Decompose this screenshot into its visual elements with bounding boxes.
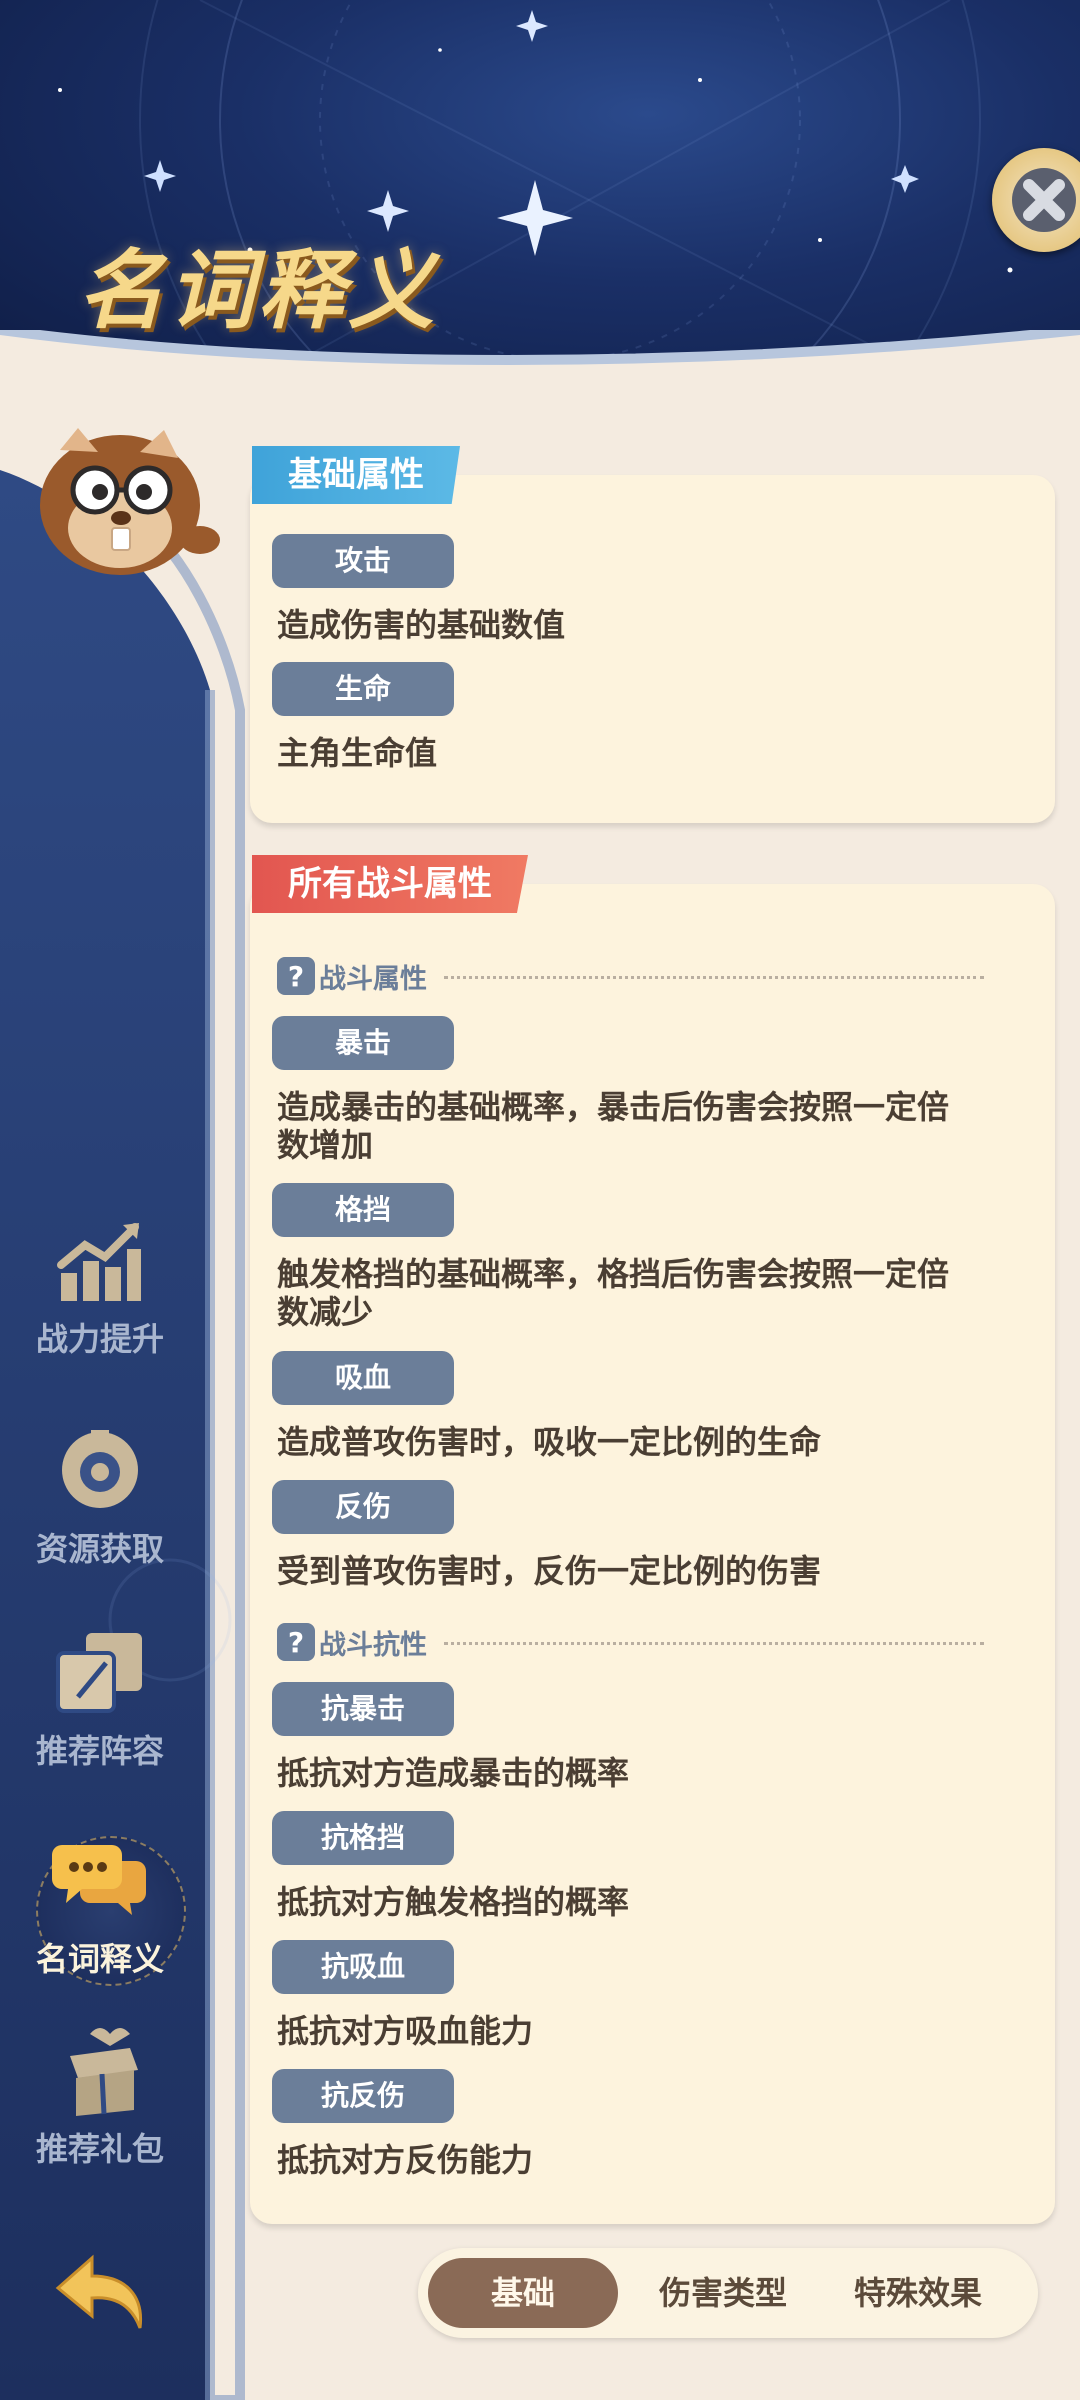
term-desc-lifesteal: 造成普攻伤害时，吸收一定比例的生命 bbox=[277, 1423, 822, 1461]
category-tab-bar: 基础 伤害类型 特殊效果 bbox=[418, 2248, 1038, 2338]
sidebar-item-glossary[interactable]: 名词释义 bbox=[10, 1830, 190, 1980]
sidebar-item-gift-pack[interactable]: 推荐礼包 bbox=[10, 2020, 190, 2170]
term-desc-reflect: 受到普攻伤害时，反伤一定比例的伤害 bbox=[277, 1552, 822, 1590]
panel-title-combat: 所有战斗属性 bbox=[252, 855, 528, 913]
cards-icon bbox=[56, 1633, 142, 1713]
back-button[interactable] bbox=[52, 2250, 152, 2344]
term-chip-lifesteal: 吸血 bbox=[272, 1351, 454, 1405]
term-chip-hp: 生命 bbox=[272, 662, 454, 716]
back-arrow-icon bbox=[55, 2254, 143, 2329]
term-desc-crit: 造成暴击的基础概率，暴击后伤害会按照一定倍 数增加 bbox=[277, 1088, 950, 1164]
term-chip-block: 格挡 bbox=[272, 1183, 454, 1237]
question-icon[interactable]: ? bbox=[277, 1623, 315, 1661]
term-desc-reflect-resist: 抵抗对方反伤能力 bbox=[277, 2141, 534, 2179]
question-icon[interactable]: ? bbox=[277, 957, 315, 995]
page-title: 名词释义 bbox=[78, 241, 438, 341]
chat-bubble-icon bbox=[52, 1845, 146, 1915]
term-desc-block-resist: 抵抗对方触发格挡的概率 bbox=[277, 1883, 630, 1921]
close-icon bbox=[1012, 168, 1076, 232]
term-desc-block: 触发格挡的基础概率，格挡后伤害会按照一定倍 数减少 bbox=[277, 1255, 950, 1331]
resource-icon bbox=[62, 1430, 138, 1508]
tab-special-effects[interactable]: 特殊效果 bbox=[823, 2258, 1013, 2328]
sidebar-item-label: 推荐阵容 bbox=[35, 1732, 164, 1770]
sidebar-item-resources[interactable]: 资源获取 bbox=[10, 1420, 190, 1570]
section-heading-combat-stats: ? 战斗属性 bbox=[277, 956, 427, 996]
gift-box-icon bbox=[70, 2028, 138, 2116]
dotted-divider bbox=[444, 976, 984, 979]
term-desc-attack: 造成伤害的基础数值 bbox=[277, 606, 566, 644]
sidebar-item-label: 资源获取 bbox=[35, 1530, 164, 1568]
sidebar-item-label: 名词释义 bbox=[35, 1940, 164, 1978]
header-banner: 名词释义 bbox=[0, 0, 1080, 380]
section-heading-combat-resist: ? 战斗抗性 bbox=[277, 1622, 427, 1662]
term-chip-attack: 攻击 bbox=[272, 534, 454, 588]
beaver-mascot bbox=[40, 428, 220, 575]
term-desc-lifesteal-resist: 抵抗对方吸血能力 bbox=[277, 2012, 534, 2050]
sidebar-item-lineup[interactable]: 推荐阵容 bbox=[10, 1622, 190, 1772]
term-desc-hp: 主角生命值 bbox=[277, 734, 438, 772]
term-chip-reflect: 反伤 bbox=[272, 1480, 454, 1534]
panel-title-basic: 基础属性 bbox=[252, 446, 460, 504]
term-chip-crit-resist: 抗暴击 bbox=[272, 1682, 454, 1736]
term-chip-crit: 暴击 bbox=[272, 1016, 454, 1070]
header-curve-divider bbox=[0, 330, 1080, 380]
term-chip-block-resist: 抗格挡 bbox=[272, 1811, 454, 1865]
sidebar-item-power-up[interactable]: 战力提升 bbox=[10, 1210, 190, 1360]
sidebar-item-label: 推荐礼包 bbox=[35, 2130, 164, 2168]
term-chip-lifesteal-resist: 抗吸血 bbox=[272, 1940, 454, 1994]
chart-up-icon bbox=[57, 1223, 141, 1301]
tab-basic[interactable]: 基础 bbox=[428, 2258, 618, 2328]
sidebar-item-label: 战力提升 bbox=[35, 1320, 164, 1358]
term-chip-reflect-resist: 抗反伤 bbox=[272, 2069, 454, 2123]
tab-damage-type[interactable]: 伤害类型 bbox=[628, 2258, 818, 2328]
dotted-divider bbox=[444, 1642, 984, 1645]
term-desc-crit-resist: 抵抗对方造成暴击的概率 bbox=[277, 1754, 630, 1792]
